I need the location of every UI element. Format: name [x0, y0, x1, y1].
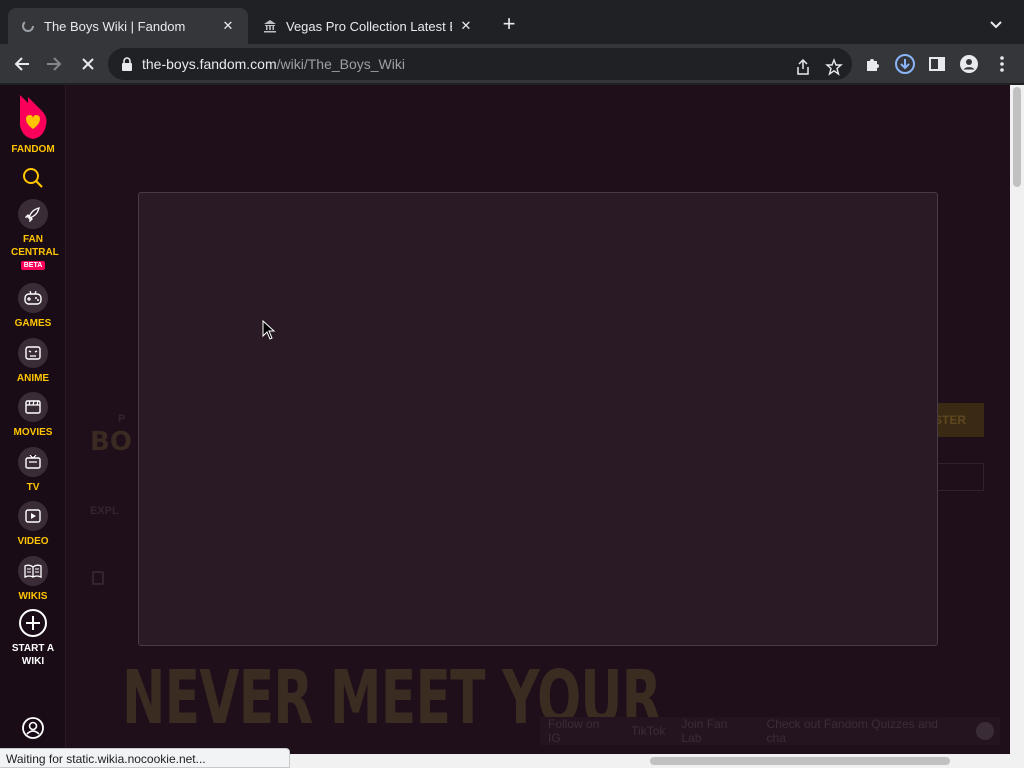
loading-spinner-icon: [20, 18, 36, 34]
sidebar-item-label: VIDEO: [17, 536, 49, 547]
user-account-button[interactable]: [0, 716, 66, 740]
sidebar-item-tv[interactable]: TV: [0, 447, 66, 494]
forward-button[interactable]: [42, 52, 66, 76]
bg-small-text: P: [118, 413, 126, 425]
sidebar-item-label: TV: [26, 482, 40, 493]
sidebar-item-label: ANIME: [16, 373, 50, 384]
sidebar-item-label: GAMES: [14, 318, 52, 329]
sidebar-item-label: WIKIS: [18, 591, 48, 602]
tab-strip: The Boys Wiki | Fandom ✕ Vegas Pro Colle…: [0, 0, 1024, 44]
close-icon: [82, 58, 94, 70]
movie-icon: [18, 392, 48, 422]
fandom-flame-logo-icon: [20, 95, 47, 139]
bg-footer-close-icon: [976, 722, 994, 740]
sidebar-item-anime[interactable]: ANIME: [0, 338, 66, 385]
user-circle-icon: [22, 717, 44, 739]
side-panel-icon[interactable]: [926, 53, 948, 75]
bank-icon: [262, 18, 278, 34]
share-icon[interactable]: [794, 58, 812, 76]
fandom-sidebar: FANDOM FAN CENTRAL BETA GAMES ANIME MOVI…: [0, 85, 66, 768]
sidebar-item-start-a-wiki[interactable]: START A WIKI: [0, 608, 66, 668]
anime-icon: [18, 338, 48, 368]
sidebar-item-label: FAN CENTRAL: [11, 234, 59, 258]
search-icon: [23, 168, 43, 188]
sidebar-item-games[interactable]: GAMES: [0, 283, 66, 330]
menu-kebab-icon[interactable]: [991, 53, 1013, 75]
bookmark-star-icon[interactable]: [825, 58, 843, 76]
bg-lock-icon: [92, 571, 104, 585]
lock-icon: [122, 57, 132, 71]
scrollbar-thumb[interactable]: [1013, 87, 1021, 187]
plus-circle-icon: [19, 609, 47, 637]
sidebar-item-video[interactable]: VIDEO: [0, 501, 66, 548]
bg-footer-bar: Follow on IG TikTok Join Fan Lab Check o…: [540, 717, 1000, 745]
sidebar-item-wikis[interactable]: WIKIS: [0, 556, 66, 603]
scrollbar-thumb[interactable]: [650, 757, 950, 765]
gamepad-icon: [18, 283, 48, 313]
download-icon[interactable]: [894, 53, 916, 75]
vertical-scrollbar[interactable]: [1010, 85, 1024, 768]
page-viewport: P BO EXPL STER NEVER MEET YOUR Follow on…: [0, 85, 1010, 768]
extensions-icon[interactable]: [862, 53, 884, 75]
sidebar-item-label: START A WIKI: [11, 643, 55, 667]
horizontal-scrollbar[interactable]: [290, 754, 1010, 768]
url-path: /wiki/The_Boys_Wiki: [276, 56, 405, 72]
tv-icon: [18, 447, 48, 477]
fandom-logo[interactable]: FANDOM: [0, 93, 66, 156]
mouse-cursor-icon: [262, 320, 276, 340]
book-icon: [18, 556, 48, 586]
search-button[interactable]: [0, 167, 66, 189]
browser-toolbar: the-boys.fandom.com/wiki/The_Boys_Wiki: [0, 44, 1024, 84]
close-tab-icon[interactable]: ✕: [220, 18, 236, 34]
new-tab-button[interactable]: +: [498, 13, 520, 36]
sidebar-item-label: MOVIES: [13, 427, 53, 438]
bg-footer-link: Follow on IG: [548, 717, 600, 745]
tab-title: Vegas Pro Collection Latest Bu: [286, 18, 452, 34]
tab-vegas-pro[interactable]: Vegas Pro Collection Latest Bu ✕: [250, 8, 486, 44]
bg-explore-label: EXPL: [90, 505, 119, 517]
bg-footer-link: Check out Fandom Quizzes and cha: [766, 717, 938, 745]
sidebar-item-movies[interactable]: MOVIES: [0, 392, 66, 439]
video-icon: [18, 501, 48, 531]
status-bar: Waiting for static.wikia.nocookie.net...: [0, 748, 290, 768]
tab-title: The Boys Wiki | Fandom: [44, 18, 186, 34]
sidebar-item-fan-central[interactable]: FAN CENTRAL BETA: [0, 199, 66, 270]
loading-modal: [138, 192, 938, 646]
back-arrow-icon: [14, 57, 29, 71]
beta-badge: BETA: [20, 261, 46, 270]
stop-loading-button[interactable]: [76, 52, 100, 76]
address-bar[interactable]: the-boys.fandom.com/wiki/The_Boys_Wiki: [108, 48, 852, 80]
rocket-icon: [18, 199, 48, 229]
bg-footer-link: Join Fan Lab: [681, 717, 728, 745]
back-button[interactable]: [10, 52, 34, 76]
tab-the-boys-wiki[interactable]: The Boys Wiki | Fandom ✕: [8, 8, 248, 44]
bg-footer-link: TikTok: [631, 724, 666, 738]
close-tab-icon[interactable]: ✕: [458, 18, 474, 34]
tab-search-chevron-icon[interactable]: [986, 14, 1006, 34]
fandom-brand-label: FANDOM: [11, 144, 55, 155]
bg-logo-text: BO: [90, 427, 132, 457]
url-host: the-boys.fandom.com: [142, 56, 277, 72]
profile-avatar-icon[interactable]: [958, 53, 980, 75]
forward-arrow-icon: [47, 57, 62, 71]
